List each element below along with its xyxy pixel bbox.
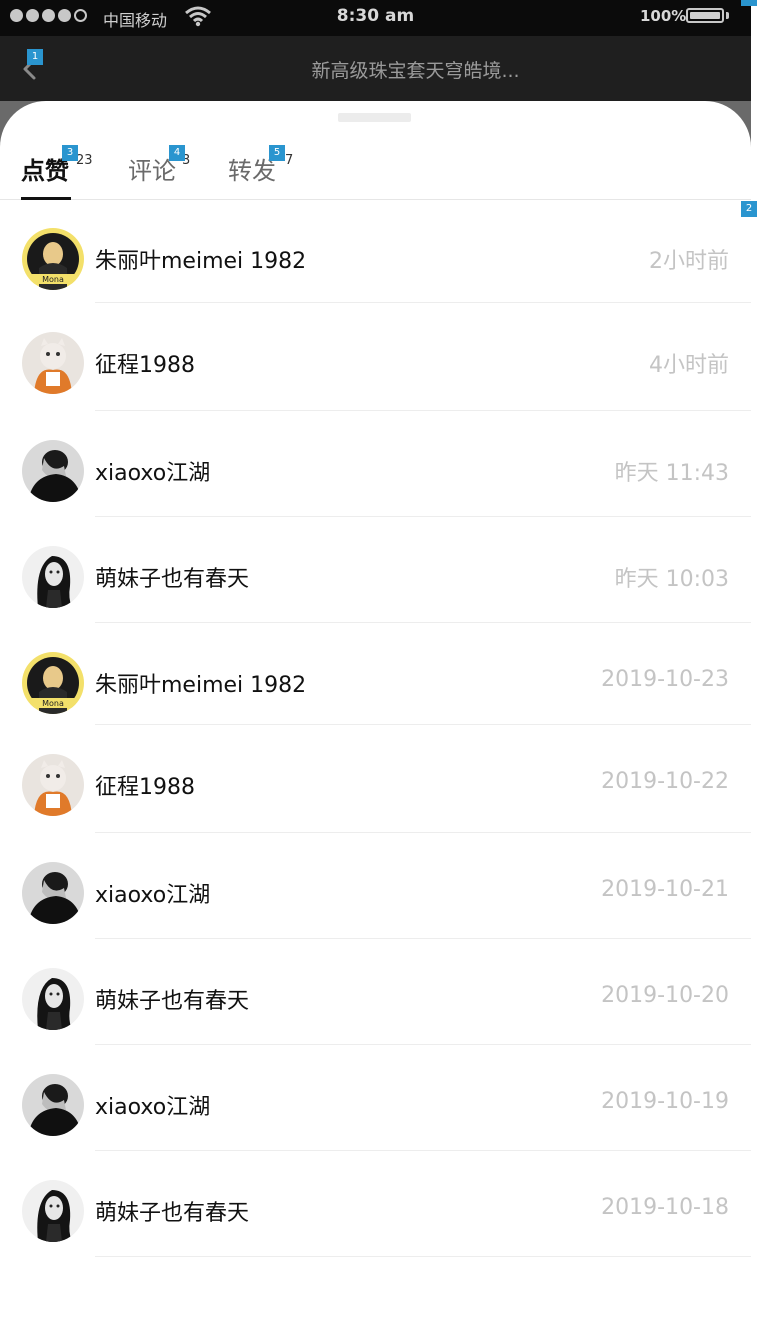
like-time: 2019-10-21 [601, 877, 729, 902]
status-bar: 中国移动 8:30 am 100% [0, 0, 751, 36]
sheet-drag-handle[interactable] [338, 113, 411, 122]
annotation-marker-4: 4 [169, 145, 185, 161]
like-time: 2019-10-23 [601, 667, 729, 692]
username[interactable]: 萌妹子也有春天 [95, 983, 249, 1015]
username[interactable]: xiaoxo江湖 [95, 877, 210, 909]
username[interactable]: xiaoxo江湖 [95, 1089, 210, 1121]
svg-text:Mona: Mona [42, 275, 64, 284]
username[interactable]: 萌妹子也有春天 [95, 561, 249, 593]
username[interactable]: 征程1988 [95, 347, 195, 379]
like-list: Mona 朱丽叶meimei 1982 2小时前征程1988 4小时前 xiaoxo江湖… [0, 199, 751, 1257]
like-time: 2019-10-18 [601, 1195, 729, 1220]
annotation-marker-2: 2 [741, 201, 757, 217]
likes-sheet: 点赞 23 评论 3 转发 7 Mona 朱丽叶meimei 1982 2小时前征程… [0, 101, 751, 1336]
status-time: 8:30 am [336, 6, 415, 26]
list-item[interactable]: 萌妹子也有春天 2019-10-20 [0, 939, 751, 1045]
tab-forwards-count: 7 [285, 153, 294, 168]
page-title: 新高级珠宝套天穹皓境... [311, 60, 520, 82]
username[interactable]: xiaoxo江湖 [95, 455, 210, 487]
avatar[interactable] [22, 440, 84, 502]
like-time: 昨天 10:03 [614, 567, 729, 592]
username[interactable]: 萌妹子也有春天 [95, 1195, 249, 1227]
tab-likes-count: 23 [76, 153, 93, 168]
avatar[interactable] [22, 332, 84, 394]
avatar[interactable] [22, 1074, 84, 1136]
list-item[interactable]: Mona 朱丽叶meimei 1982 2小时前 [0, 199, 751, 303]
avatar[interactable] [22, 862, 84, 924]
avatar[interactable] [22, 546, 84, 608]
like-time: 4小时前 [649, 353, 729, 378]
list-item[interactable]: xiaoxo江湖 2019-10-19 [0, 1045, 751, 1151]
annotation-marker-5: 5 [269, 145, 285, 161]
avatar[interactable]: Mona [22, 652, 84, 714]
username[interactable]: 朱丽叶meimei 1982 [95, 667, 306, 699]
avatar[interactable] [22, 968, 84, 1030]
tab-bar: 点赞 23 评论 3 转发 7 [0, 137, 751, 200]
battery-icon [686, 8, 724, 23]
list-item[interactable]: 征程1988 2019-10-22 [0, 725, 751, 833]
list-item[interactable]: 征程1988 4小时前 [0, 303, 751, 411]
tab-forwards-label: 转发 [228, 157, 276, 185]
tab-likes-label: 点赞 [21, 157, 69, 185]
svg-text:Mona: Mona [42, 699, 64, 708]
avatar[interactable] [22, 1180, 84, 1242]
like-time: 2019-10-20 [601, 983, 729, 1008]
tab-comments-label: 评论 [128, 157, 176, 185]
username[interactable]: 征程1988 [95, 769, 195, 801]
like-time: 2小时前 [649, 249, 729, 274]
like-time: 2019-10-19 [601, 1089, 729, 1114]
avatar[interactable]: Mona [22, 228, 84, 290]
list-item[interactable]: 萌妹子也有春天 2019-10-18 [0, 1151, 751, 1257]
annotation-marker-3: 3 [62, 145, 78, 161]
list-item[interactable]: xiaoxo江湖 2019-10-21 [0, 833, 751, 939]
nav-bar: 新高级珠宝套天穹皓境... [0, 36, 751, 101]
row-divider [95, 1256, 751, 1257]
avatar[interactable] [22, 754, 84, 816]
like-time: 2019-10-22 [601, 769, 729, 794]
battery-cap [726, 12, 729, 19]
annotation-marker-0: 0 [741, 0, 757, 6]
list-item[interactable]: 萌妹子也有春天 昨天 10:03 [0, 517, 751, 623]
list-item[interactable]: Mona 朱丽叶meimei 1982 2019-10-23 [0, 623, 751, 725]
annotation-marker-1: 1 [27, 49, 43, 65]
like-time: 昨天 11:43 [614, 461, 729, 486]
battery-percent: 100% [640, 7, 687, 25]
username[interactable]: 朱丽叶meimei 1982 [95, 243, 306, 275]
list-item[interactable]: xiaoxo江湖 昨天 11:43 [0, 411, 751, 517]
